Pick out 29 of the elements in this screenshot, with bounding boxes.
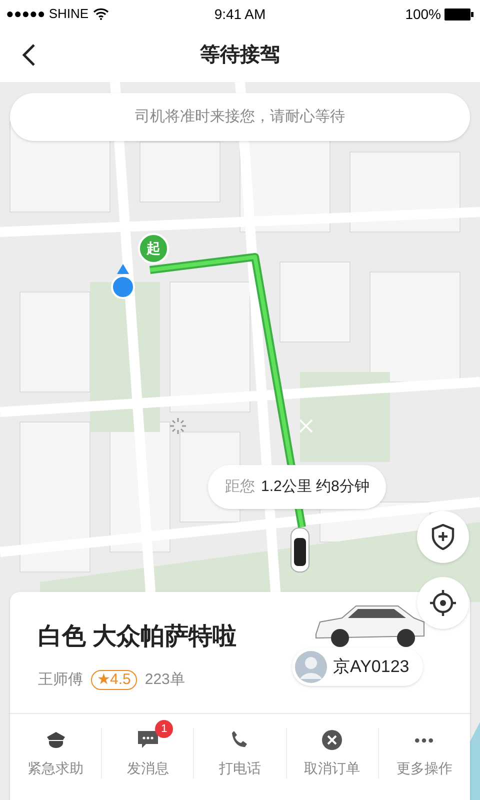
clock-time: 9:41 AM <box>214 6 266 22</box>
action-button[interactable]: 打电话 <box>219 728 261 779</box>
carrier-name: ●●●●● SHINE <box>6 5 89 24</box>
more-icon <box>415 738 434 742</box>
wifi-icon <box>92 8 109 20</box>
locate-icon <box>429 589 457 617</box>
action-button[interactable]: 紧急求助 <box>28 728 84 779</box>
driver-name: 王师傅 <box>38 670 83 690</box>
action-button[interactable]: 更多操作 <box>396 728 452 779</box>
car-description: 白色 大众帕萨特啦 <box>38 622 237 652</box>
avatar-icon <box>295 651 327 683</box>
battery-percent: 100% <box>405 4 441 24</box>
location-marker-icon <box>110 264 136 300</box>
unread-badge: 1 <box>155 720 174 738</box>
notice-text: 司机将准时来接您，请耐心等待 <box>135 106 345 127</box>
license-plate: 京AY0123 <box>333 656 410 678</box>
action-button[interactable]: 取消订单 <box>304 728 360 779</box>
rating-badge: ★4.5 <box>91 670 137 690</box>
shield-plus-icon <box>431 524 455 550</box>
loading-spinner-icon <box>170 418 186 434</box>
distance-label: 距您 <box>225 476 255 497</box>
page-title: 等待接驾 <box>200 42 280 68</box>
order-count: 223单 <box>144 670 185 690</box>
back-icon <box>22 43 36 67</box>
car-top-view-icon <box>289 526 311 574</box>
battery-icon <box>444 8 474 20</box>
distance-value: 1.2公里 约8分钟 <box>261 476 370 497</box>
cross-mark-icon <box>299 419 313 433</box>
close-circle-icon <box>320 728 344 752</box>
